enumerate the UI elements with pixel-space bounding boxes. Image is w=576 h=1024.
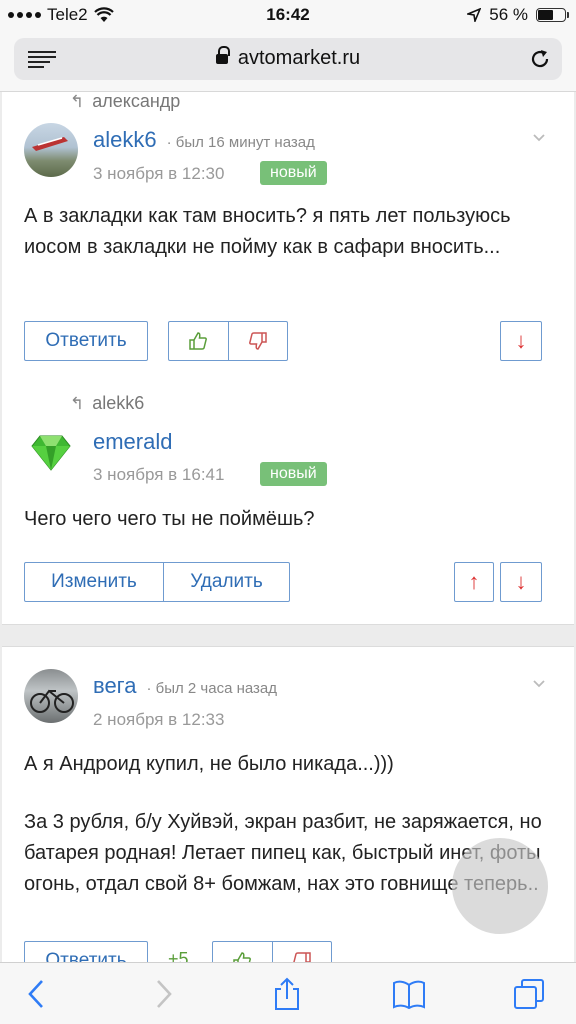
edit-button[interactable]: Изменить [25, 563, 163, 601]
reload-icon[interactable] [528, 47, 552, 71]
reply-button[interactable]: Ответить [24, 941, 148, 962]
address-bar[interactable]: avtomarket.ru [14, 38, 562, 80]
browser-toolbar [0, 962, 576, 1024]
battery-icon [536, 8, 569, 22]
dislike-button[interactable] [271, 942, 331, 962]
username[interactable]: вега [93, 673, 136, 698]
forward-icon[interactable] [146, 977, 180, 1011]
avatar[interactable] [24, 123, 78, 177]
reply-arrow-icon: ↰ [70, 92, 85, 111]
reply-to-name: alekk6 [92, 393, 145, 413]
comment-date[interactable]: 2 ноября в 12:33 [93, 710, 224, 730]
arrow-down-icon: ↓ [515, 328, 527, 353]
thumbs-down-icon [293, 952, 311, 962]
reply-arrow-icon: ↰ [70, 393, 85, 413]
status-right: 56 % [467, 5, 569, 25]
username[interactable]: alekk6 [93, 127, 157, 152]
comments-feed[interactable]: ↰ александр alekk6 · был 16 минут назад 3… [0, 92, 576, 962]
comment-text: А в закладки как там вносить? я пять лет… [24, 205, 511, 258]
url-display[interactable]: avtomarket.ru [14, 46, 562, 70]
thumbs-up-icon [189, 332, 208, 350]
chevron-down-icon[interactable] [532, 131, 546, 145]
floating-scroll-button[interactable] [452, 838, 548, 934]
scroll-down-button[interactable]: ↓ [500, 321, 542, 361]
emerald-avatar-image [31, 435, 71, 471]
comment-text: А я Андроид купил, не было никада...))) [24, 753, 394, 775]
arrow-up-icon: ↑ [468, 569, 480, 594]
reply-to-label[interactable]: ↰ александр [70, 92, 180, 112]
username[interactable]: emerald [93, 429, 172, 454]
reply-to-label[interactable]: ↰ alekk6 [70, 393, 144, 414]
delete-button[interactable]: Удалить [162, 563, 289, 601]
comment-author[interactable]: вега · был 2 часа назад [93, 673, 277, 699]
share-icon[interactable] [270, 977, 304, 1011]
browser-header: avtomarket.ru [0, 30, 576, 92]
comment-text: Чего чего чего ты не поймёшь? [24, 508, 315, 530]
dislike-button[interactable] [227, 322, 287, 360]
status-bar: Tele2 16:42 56 % [0, 0, 576, 30]
scroll-up-button[interactable]: ↑ [454, 562, 494, 602]
location-icon [467, 8, 482, 22]
comment-date[interactable]: 3 ноября в 12:30 [93, 164, 224, 184]
vote-buttons [168, 321, 288, 361]
tabs-icon[interactable] [512, 977, 546, 1011]
avatar[interactable] [24, 669, 78, 723]
comment-author[interactable]: alekk6 · был 16 минут назад [93, 127, 315, 153]
bicycle-avatar-image [30, 689, 74, 713]
thumbs-up-icon [233, 952, 252, 962]
avatar-image [32, 137, 68, 151]
rating-score: +5 [168, 949, 189, 962]
reply-to-name: александр [92, 92, 181, 111]
comment-author[interactable]: emerald [93, 429, 172, 455]
comment-thread: ↰ александр alekk6 · был 16 минут назад 3… [2, 92, 574, 625]
comment-date[interactable]: 3 ноября в 16:41 [93, 465, 224, 485]
vote-buttons [212, 941, 332, 962]
url-text: avtomarket.ru [237, 47, 361, 69]
arrow-down-icon: ↓ [515, 569, 527, 594]
scroll-down-button[interactable]: ↓ [500, 562, 542, 602]
reply-button[interactable]: Ответить [24, 321, 148, 361]
chevron-down-icon[interactable] [532, 677, 546, 691]
last-seen: · был 16 минут назад [166, 134, 315, 151]
back-icon[interactable] [20, 977, 54, 1011]
new-badge: новый [260, 462, 327, 486]
owner-actions: Изменить Удалить [24, 562, 290, 602]
lock-icon [215, 46, 230, 65]
like-button[interactable] [169, 322, 228, 360]
like-button[interactable] [213, 942, 272, 962]
bookmarks-icon[interactable] [392, 977, 426, 1011]
last-seen: · был 2 часа назад [146, 680, 278, 697]
new-badge: новый [260, 161, 327, 185]
thumbs-down-icon [249, 332, 267, 350]
avatar[interactable] [24, 424, 78, 478]
battery-percent: 56 % [489, 5, 528, 24]
